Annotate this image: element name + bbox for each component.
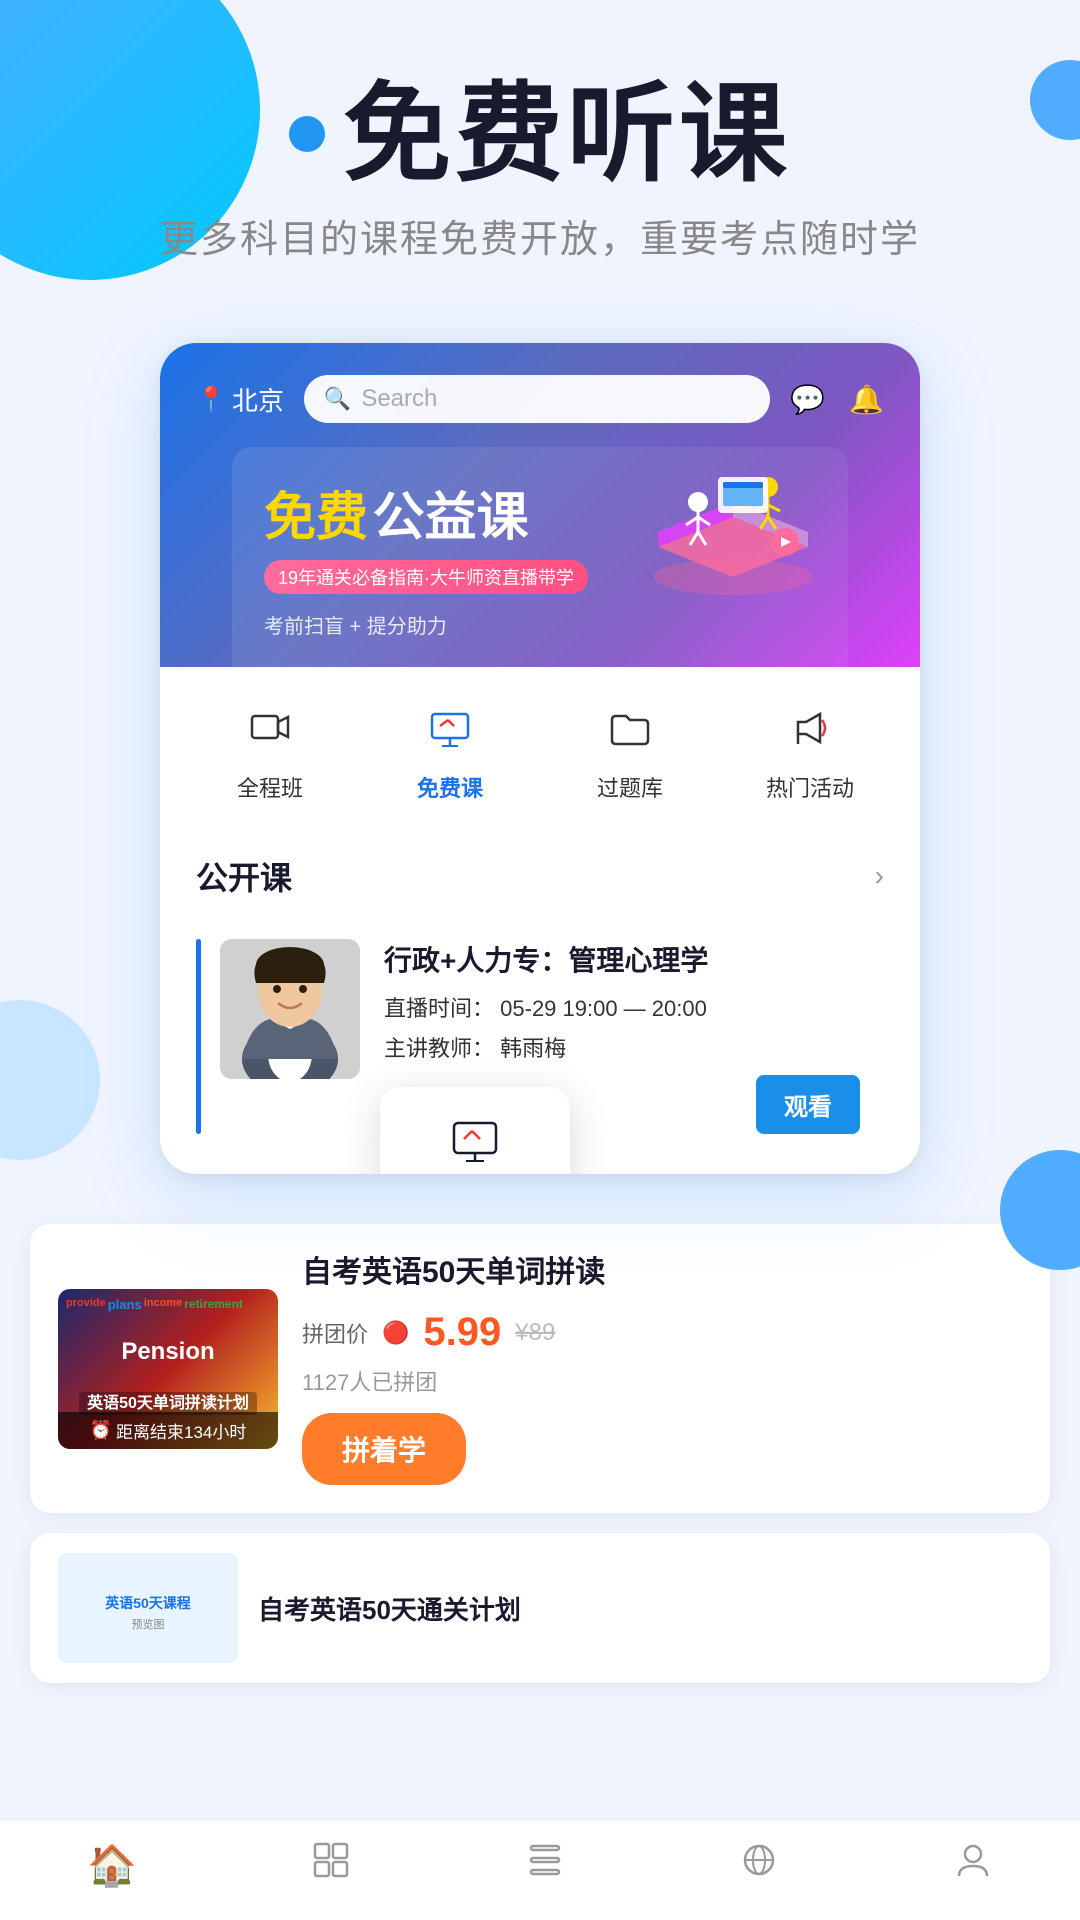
course-accent-bar [196,939,201,1134]
product-title: 自考英语50天单词拼读 [302,1252,1022,1294]
group-buy-button[interactable]: 拼着学 [302,1413,466,1485]
product-image: provide plans income retirement Pension … [58,1289,278,1449]
phone-mockup: 📍 北京 🔍 Search 💬 🔔 免费 [160,343,920,1174]
banner-main-text: 公益课 [372,489,528,547]
tab-item-home[interactable]: 🏠 [87,1842,137,1889]
nav-item-fullprogram-label: 全程班 [237,771,303,803]
banner-illustration [638,447,828,602]
nav-popup-icon [450,1117,500,1174]
video-camera-icon [237,695,303,761]
svg-text:英语50天课程: 英语50天课程 [104,1595,191,1611]
hero-dot-decoration [289,116,325,152]
mine-icon [953,1840,993,1890]
location-badge[interactable]: 📍 北京 [196,381,284,418]
product-info: 自考英语50天单词拼读 拼团价 🔴 5.99 ¥89 1127人已拼团 拼着学 [302,1252,1022,1485]
countdown-text: 距离结束134小时 [116,1418,246,1443]
price-row: 拼团价 🔴 5.99 ¥89 [302,1310,1022,1355]
tab-item-courses[interactable] [311,1840,351,1890]
location-pin-icon: 📍 [196,385,226,414]
price-label: 拼团价 [302,1317,368,1349]
tab-item-discover[interactable] [739,1840,779,1890]
nav-popup-freecourse: 免费课 [380,1087,570,1174]
banner-content: 免费 公益课 19年通关必备指南·大牛师资直播带学 考前扫盲 + 提分助力 [232,447,848,667]
product-image-main-text: 英语50天单词拼读计划 [58,1389,278,1413]
search-icon: 🔍 [324,386,351,412]
course-title: 行政+人力专：管理心理学 [384,939,860,979]
discover-icon [739,1840,779,1890]
svg-text:预览图: 预览图 [132,1617,165,1631]
public-course-section-title: 公开课 [196,853,292,899]
watch-button[interactable]: 观看 [756,1075,860,1134]
preview-info: 自考英语50天通关计划 [258,1590,521,1627]
tab-item-mine[interactable] [953,1840,993,1890]
countdown-badge: ⏰ 距离结束134小时 [58,1412,278,1449]
section-header-publiccourse: 公开课 › [160,829,920,915]
course-teacher-label: 主讲教师： [384,1036,494,1061]
megaphone-icon [777,695,843,761]
price-original-value: 89 [529,1319,556,1346]
nav-item-fullprogram[interactable]: 全程班 [220,695,320,803]
search-bar[interactable]: 🔍 Search [304,375,770,423]
tab-item-bookshelf[interactable] [525,1840,565,1890]
header-icons: 💬 🔔 [790,383,884,416]
phone-mockup-wrapper: 📍 北京 🔍 Search 💬 🔔 免费 [0,343,1080,1174]
group-count: 1127人已拼团 [302,1365,1022,1397]
course-teacher: 主讲教师： 韩雨梅 [384,1031,860,1063]
word-retirement: retirement [184,1297,243,1311]
bell-icon[interactable]: 🔔 [849,383,884,416]
hero-section: 免费听课 更多科目的课程免费开放，重要考点随时学 [0,0,1080,303]
nav-item-hotactivities[interactable]: 热门活动 [760,695,860,803]
banner-subtitle: 考前扫盲 + 提分助力 [264,610,816,639]
nav-item-hotactivities-label: 热门活动 [766,771,854,803]
hero-subtitle: 更多科目的课程免费开放，重要考点随时学 [60,208,1020,263]
word-income: income [144,1297,183,1309]
course-time: 直播时间： 05-29 19:00 — 20:00 [384,991,860,1023]
product-section: provide plans income retirement Pension … [30,1224,1050,1513]
section-arrow-icon[interactable]: › [875,860,884,892]
price-coin-icon: 🔴 [382,1320,409,1346]
course-time-label: 直播时间： [384,996,494,1021]
preview-title: 自考英语50天通关计划 [258,1590,521,1627]
price-current: 5.99 [423,1310,501,1355]
product-preview: 英语50天课程 预览图 自考英语50天通关计划 [30,1533,1050,1683]
tab-bar: 🏠 [0,1819,1080,1920]
word-provide: provide [66,1297,106,1309]
monitor-icon [417,695,483,761]
hero-title-row: 免费听课 [60,80,1020,188]
price-original: ¥89 [515,1319,555,1347]
bookshelf-icon [525,1840,565,1890]
app-nav-items: 全程班 免费课 过题库 [160,667,920,813]
app-banner: 免费 公益课 19年通关必备指南·大牛师资直播带学 考前扫盲 + 提分助力 [196,447,884,667]
course-teacher-name: 韩雨梅 [500,1036,566,1061]
teacher-avatar [220,939,360,1079]
chat-icon[interactable]: 💬 [790,383,825,416]
app-nav-area: 全程班 免费课 过题库 [160,667,920,1158]
search-placeholder: Search [361,385,437,413]
nav-item-questionbank-label: 过题库 [597,771,663,803]
courses-icon [311,1840,351,1890]
nav-item-freecourse[interactable]: 免费课 [400,695,500,803]
word-plans: plans [108,1297,142,1312]
app-header-top: 📍 北京 🔍 Search 💬 🔔 [196,375,884,423]
preview-image: 英语50天课程 预览图 [58,1553,238,1663]
word-pension: Pension [66,1338,270,1367]
app-header: 📍 北京 🔍 Search 💬 🔔 免费 [160,343,920,667]
course-time-value: 05-29 19:00 — 20:00 [500,996,707,1021]
home-icon: 🏠 [87,1842,137,1889]
banner-free-text: 免费 [264,489,368,547]
folder-icon [597,695,663,761]
nav-item-freecourse-label: 免费课 [417,771,483,803]
word-cloud: provide plans income retirement Pension [58,1289,278,1399]
hero-title: 免费听课 [343,80,791,188]
location-text: 北京 [232,381,284,418]
nav-item-questionbank[interactable]: 过题库 [580,695,680,803]
banner-tag: 19年通关必备指南·大牛师资直播带学 [264,560,588,594]
